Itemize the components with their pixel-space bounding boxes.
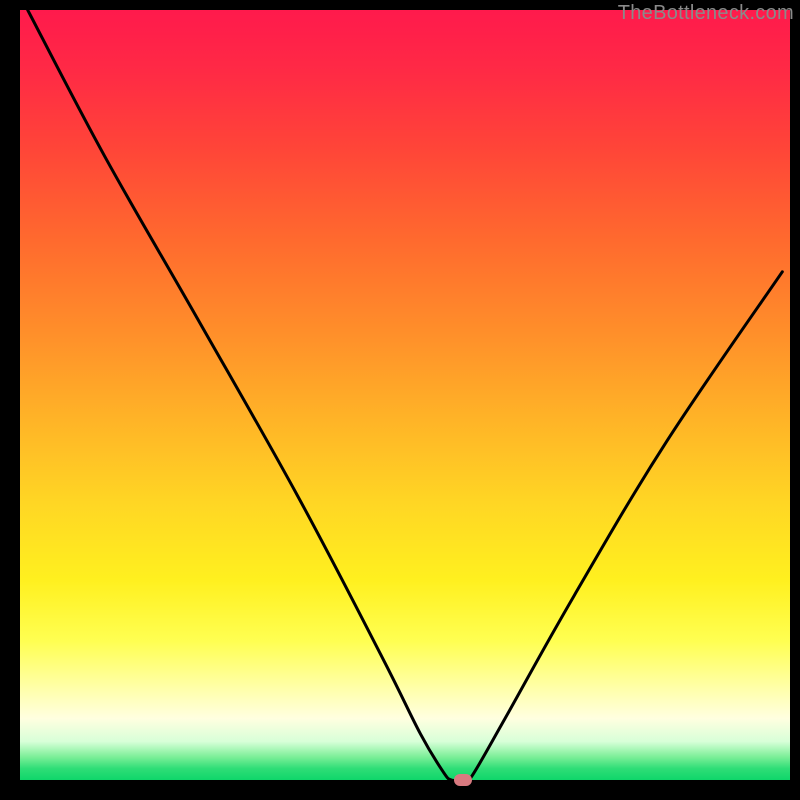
bottleneck-curve <box>20 10 790 780</box>
plot-area <box>20 10 790 780</box>
watermark-text: TheBottleneck.com <box>618 2 794 25</box>
optimal-point-marker <box>454 774 472 786</box>
chart-figure: TheBottleneck.com <box>0 0 800 800</box>
